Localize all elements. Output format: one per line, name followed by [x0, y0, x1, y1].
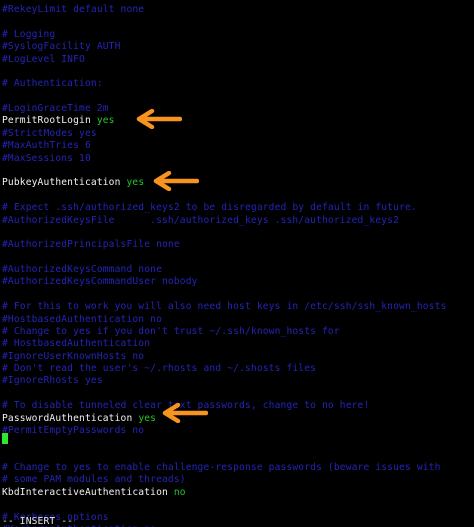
config-setting-line: KbdInteractiveAuthentication no [2, 487, 186, 499]
text-cursor [2, 433, 8, 444]
setting-key: PubkeyAuthentication [2, 177, 121, 189]
config-comment-line: # HostbasedAuthentication [2, 338, 151, 350]
setting-value: yes [138, 412, 157, 424]
setting-key: PasswordAuthentication [2, 412, 133, 424]
mode-indicator: -- INSERT -- [2, 516, 74, 527]
setting-value: yes [126, 177, 145, 189]
arrow-left-icon [153, 171, 199, 191]
arrow-left-icon [136, 109, 182, 129]
arrow-left-icon [162, 403, 208, 423]
config-comment-line: #LoginGraceTime 2m [2, 103, 109, 114]
setting-key: PermitRootLogin [2, 115, 91, 127]
setting-value: no [173, 486, 186, 498]
config-comment-line: #HostbasedAuthentication no [2, 313, 162, 325]
config-comment-line: #AuthorizedPrincipalsFile none [2, 239, 180, 251]
config-setting-line: PermitRootLogin yes [2, 115, 115, 127]
config-comment-line: #AuthorizedKeysCommandUser nobody [2, 276, 198, 288]
config-comment-line: # Change to yes if you don't trust ~/.ss… [2, 325, 340, 337]
config-comment-line: #MaxSessions 10 [2, 152, 91, 164]
terminal-window[interactable]: #KerberosAuthentication no# Kerberos opt… [0, 0, 474, 527]
setting-value: yes [96, 115, 115, 127]
config-comment-line: #IgnoreUserKnownHosts no [2, 350, 145, 362]
setting-key: KbdInteractiveAuthentication [2, 486, 168, 498]
config-comment-line: #MaxAuthTries 6 [2, 140, 91, 152]
config-comment-line: # Expect .ssh/authorized_keys2 to be dis… [2, 202, 417, 214]
config-comment-line: #RekeyLimit default none [2, 4, 145, 15]
config-setting-line: PubkeyAuthentication yes [2, 177, 144, 189]
config-comment-line: # Change to yes to enable challenge-resp… [2, 462, 441, 474]
config-comment-line: #IgnoreRhosts yes [2, 375, 103, 387]
config-comment-line: # Logging [2, 28, 56, 40]
config-comment-line: #AuthorizedKeysCommand none [2, 264, 162, 275]
config-comment-line: #AuthorizedKeysFile .ssh/authorized_keys… [2, 214, 400, 226]
config-comment-line: # For this to work you will also need ho… [2, 301, 447, 313]
config-comment-line: # some PAM modules and threads) [2, 474, 186, 486]
config-comment-line: # Don't read the user's ~/.rhosts and ~/… [2, 363, 317, 374]
config-comment-line: # Authentication: [2, 78, 103, 90]
config-comment-line: #LogLevel INFO [2, 53, 85, 65]
config-setting-line: PasswordAuthentication yes [2, 413, 156, 425]
config-comment-line: #SyslogFacility AUTH [2, 41, 121, 53]
config-comment-line: #StrictModes yes [2, 127, 97, 139]
config-comment-line: #PermitEmptyPasswords no [2, 424, 145, 436]
